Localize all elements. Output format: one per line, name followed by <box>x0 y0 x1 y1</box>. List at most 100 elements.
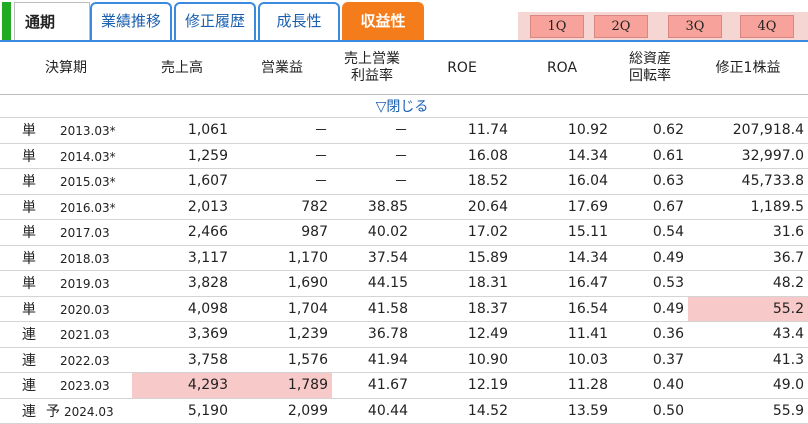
cell-op: － <box>232 143 332 169</box>
cell-op: 1,690 <box>232 270 332 297</box>
row-period: 2016.03* <box>60 200 116 215</box>
table-row: 単 2016.03* 2,013 782 38.85 20.64 17.69 0.67 1,18… <box>0 194 808 220</box>
quarter-3q-button[interactable]: 3Q <box>668 15 722 38</box>
table-row: 単 2018.03 3,117 1,170 37.54 15.89 14.34 0.49 36.… <box>0 245 808 271</box>
col-roe-header: ROE <box>412 42 512 95</box>
table-row: 単 2014.03* 1,259 －－ 16.08 14.34 0.61 32,997.0 <box>0 143 808 169</box>
cell-eps: 31.6 <box>688 219 808 246</box>
cell-roe: 12.19 <box>412 372 512 399</box>
row-kind: 単 2013.03* <box>0 117 132 144</box>
cell-margin: 38.85 <box>332 194 412 220</box>
tab-main-period[interactable]: 通期 <box>14 2 90 40</box>
cell-turnover: 0.49 <box>612 245 688 271</box>
col-asset-turnover-header: 総資産 回転率 <box>612 42 688 95</box>
row-kind: 連 2022.03 <box>0 347 132 373</box>
cell-roa: 10.03 <box>512 347 612 373</box>
cell-margin: 40.02 <box>332 219 412 246</box>
tab-revision-history[interactable]: 修正履歴 <box>174 2 256 40</box>
row-kind: 単 2020.03 <box>0 296 132 322</box>
row-period: 2013.03* <box>60 124 116 139</box>
cell-op: － <box>232 168 332 195</box>
cell-margin: － <box>332 168 412 195</box>
tab-performance[interactable]: 業績推移 <box>90 2 172 40</box>
cell-sales: 3,369 <box>132 321 232 348</box>
cell-roe: 18.37 <box>412 296 512 322</box>
cell-roa: 16.47 <box>512 270 612 297</box>
collapse-toggle-link[interactable]: ▽閉じる <box>0 94 808 118</box>
cell-roe: 17.02 <box>412 219 512 246</box>
row-period: 2014.03* <box>60 149 116 164</box>
cell-op: 1,239 <box>232 321 332 348</box>
tab-bar: 通期 業績推移 修正履歴 成長性 収益性 1Q 2Q 3Q 4Q <box>0 0 808 42</box>
col-op-margin-header: 売上営業 利益率 <box>332 42 412 95</box>
table-row: 単 2013.03* 1,061 －－ 11.74 10.92 0.62 207,918.4 <box>0 117 808 144</box>
tab-growth[interactable]: 成長性 <box>258 2 340 40</box>
cell-eps: 1,189.5 <box>688 194 808 220</box>
cell-eps: 48.2 <box>688 270 808 297</box>
cell-margin: 44.15 <box>332 270 412 297</box>
cell-roa: 10.92 <box>512 117 612 144</box>
row-kind: 連 2023.03 <box>0 372 132 399</box>
cell-eps: 32,997.0 <box>688 143 808 169</box>
cell-roa: 15.11 <box>512 219 612 246</box>
cell-turnover: 0.40 <box>612 372 688 399</box>
col-adjusted-eps-header: 修正1株益 <box>688 42 808 95</box>
cell-sales: 1,061 <box>132 117 232 144</box>
cell-margin: 41.58 <box>332 296 412 322</box>
row-kind: 連 2021.03 <box>0 321 132 348</box>
col-roa-header: ROA <box>512 42 612 95</box>
cell-margin: 37.54 <box>332 245 412 271</box>
cell-op: 1,170 <box>232 245 332 271</box>
cell-margin: 41.94 <box>332 347 412 373</box>
cell-turnover: 0.37 <box>612 347 688 373</box>
cell-turnover: 0.67 <box>612 194 688 220</box>
quarter-2q-button[interactable]: 2Q <box>594 15 648 38</box>
row-kind: 単 2019.03 <box>0 270 132 297</box>
cell-roe: 18.31 <box>412 270 512 297</box>
tab-profitability[interactable]: 収益性 <box>342 2 424 40</box>
cell-roa: 11.41 <box>512 321 612 348</box>
cell-roe: 16.08 <box>412 143 512 169</box>
cell-eps: 45,733.8 <box>688 168 808 195</box>
cell-turnover: 0.36 <box>612 321 688 348</box>
cell-roe: 20.64 <box>412 194 512 220</box>
row-period: 2015.03* <box>60 175 116 190</box>
cell-margin: 41.67 <box>332 372 412 399</box>
table-row: 連 2022.03 3,758 1,576 41.94 10.90 10.03 0.37 41.… <box>0 347 808 373</box>
cell-eps: 49.0 <box>688 372 808 399</box>
cell-sales: 3,758 <box>132 347 232 373</box>
cell-turnover: 0.63 <box>612 168 688 195</box>
quarter-4q-button[interactable]: 4Q <box>740 15 794 38</box>
table-row: 単 2017.03 2,466 987 40.02 17.02 15.11 0.54 31.6 <box>0 219 808 246</box>
row-kind: 単 2017.03 <box>0 219 132 246</box>
toggle-row: ▽閉じる <box>0 94 808 118</box>
cell-op: 987 <box>232 219 332 246</box>
row-kind: 単 2018.03 <box>0 245 132 271</box>
forecast-marker: 予 <box>46 403 60 420</box>
cell-roe: 12.49 <box>412 321 512 348</box>
cell-roa: 14.34 <box>512 245 612 271</box>
cell-op: 1,789 <box>232 372 332 399</box>
cell-eps: 43.4 <box>688 321 808 348</box>
row-period: 2020.03 <box>60 302 110 317</box>
row-kind: 単 2014.03* <box>0 143 132 169</box>
cell-op: 782 <box>232 194 332 220</box>
table-row: 連 2023.03 4,293 1,789 41.67 12.19 11.28 0.40 49.… <box>0 372 808 399</box>
col-period-header: 決算期 <box>0 42 132 95</box>
row-period: 2019.03 <box>60 277 110 292</box>
header-row: 決算期 売上高 営業益 売上営業 利益率 ROE ROA 総資産 回転率 修正1株益 <box>0 42 808 95</box>
cell-margin: － <box>332 143 412 169</box>
cell-sales: 1,259 <box>132 143 232 169</box>
cell-turnover: 0.61 <box>612 143 688 169</box>
cell-sales: 2,466 <box>132 219 232 246</box>
quarter-1q-button[interactable]: 1Q <box>530 15 584 38</box>
cell-roa: 11.28 <box>512 372 612 399</box>
row-period: 2023.03 <box>60 379 110 394</box>
col-operating-profit-header: 営業益 <box>232 42 332 95</box>
cell-roe: 11.74 <box>412 117 512 144</box>
cell-sales: 3,117 <box>132 245 232 271</box>
cell-op: － <box>232 117 332 144</box>
cell-roe: 18.52 <box>412 168 512 195</box>
cell-sales: 3,828 <box>132 270 232 297</box>
cell-sales: 4,098 <box>132 296 232 322</box>
